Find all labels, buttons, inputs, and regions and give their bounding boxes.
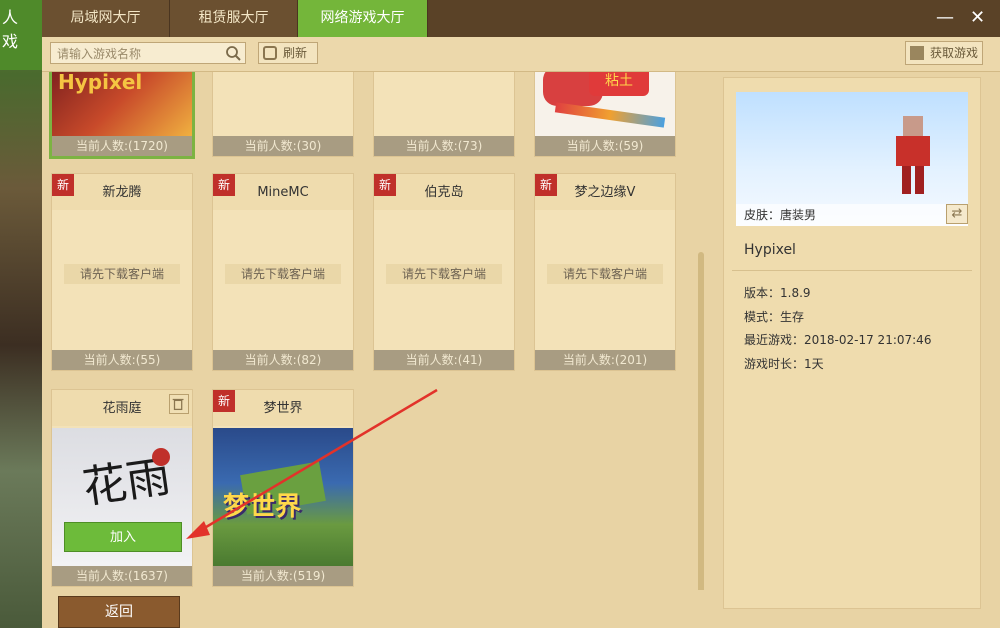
server-card-hypixel[interactable]: Hypixel 当前人数:(1720): [52, 72, 192, 156]
corner-banner: 人 戏: [0, 0, 42, 70]
tab-bar: 局域网大厅 租赁服大厅 网络游戏大厅 — ✕: [42, 0, 1000, 37]
hypixel-art: Hypixel: [52, 72, 192, 136]
player-count: 当前人数:(30): [213, 136, 353, 156]
search-box: [50, 42, 246, 64]
annotation-arrow: [186, 388, 438, 539]
player-count: 当前人数:(519): [213, 566, 353, 586]
refresh-button[interactable]: 刷新: [258, 42, 318, 64]
multiplayer-window: 局域网大厅 租赁服大厅 网络游戏大厅 — ✕ 刷新 获取游戏 Hypixel: [42, 0, 1000, 628]
join-button[interactable]: 加入: [64, 522, 182, 552]
get-game-label: 获取游戏: [930, 46, 979, 60]
clay-art: 粘土: [535, 72, 675, 136]
player-count: 当前人数:(201): [535, 350, 675, 370]
back-button[interactable]: 返回: [58, 596, 180, 628]
recent-play-info: 最近游戏：2018-02-17 21:07:46: [744, 333, 932, 347]
player-count: 当前人数:(59): [535, 136, 675, 156]
server-name: Hypixel: [744, 242, 796, 258]
new-badge: 新: [535, 174, 557, 196]
mode-info: 模式：生存: [744, 310, 805, 324]
game-background: [0, 0, 42, 628]
player-count: 当前人数:(55): [52, 350, 192, 370]
get-game-icon: [910, 46, 924, 60]
tab-online-game-lobby[interactable]: 网络游戏大厅: [298, 0, 428, 37]
list-scrollbar[interactable]: [698, 252, 704, 590]
download-client-notice: 请先下载客户端: [547, 264, 663, 284]
player-count: 当前人数:(82): [213, 350, 353, 370]
server-card[interactable]: 新龙腾 新 请先下载客户端 当前人数:(55): [52, 174, 192, 370]
version-info: 版本：1.8.9: [744, 286, 811, 300]
download-client-notice: 请先下载客户端: [225, 264, 341, 284]
new-badge: 新: [52, 174, 74, 196]
corner-text-line2: 戏: [2, 32, 19, 51]
player-count: 当前人数:(73): [374, 136, 514, 156]
tab-lan-lobby[interactable]: 局域网大厅: [42, 0, 170, 37]
search-icon[interactable]: [225, 45, 241, 61]
download-client-notice: 请先下载客户端: [386, 264, 502, 284]
server-detail-panel: 皮肤：唐装男 ⇄ Hypixel 版本：1.8.9 模式：生存 最近游戏：201…: [724, 78, 980, 608]
tab-rental-server-lobby[interactable]: 租赁服大厅: [170, 0, 298, 37]
corner-text-line1: 人: [2, 8, 19, 27]
play-duration-info: 游戏时长：1天: [744, 357, 824, 371]
player-count: 当前人数:(1637): [52, 566, 192, 586]
server-card[interactable]: 当前人数:(30): [213, 72, 353, 156]
server-card[interactable]: 伯克岛 新 请先下载客户端 当前人数:(41): [374, 174, 514, 370]
close-icon[interactable]: ✕: [970, 8, 985, 28]
skin-label: 皮肤：唐装男: [736, 204, 968, 226]
search-input[interactable]: [51, 44, 233, 64]
download-client-notice: 请先下载客户端: [64, 264, 180, 284]
skin-character: [896, 116, 930, 194]
clay-logo: 粘土: [589, 72, 649, 96]
get-game-button[interactable]: 获取游戏: [905, 41, 983, 65]
minimize-icon[interactable]: —: [936, 8, 954, 28]
divider: [732, 270, 972, 271]
skin-preview: 皮肤：唐装男 ⇄: [736, 92, 968, 226]
swap-skin-icon[interactable]: ⇄: [946, 204, 968, 224]
server-card[interactable]: 当前人数:(73): [374, 72, 514, 156]
new-badge: 新: [374, 174, 396, 196]
hypixel-logo: Hypixel: [58, 72, 143, 94]
server-card-huayuting[interactable]: 花雨庭 花雨 加入 当前人数:(1637): [52, 390, 192, 586]
player-count: 当前人数:(41): [374, 350, 514, 370]
refresh-icon: [263, 46, 277, 60]
new-badge: 新: [213, 174, 235, 196]
toolbar: 刷新 获取游戏: [42, 37, 1000, 72]
refresh-label: 刷新: [283, 46, 308, 60]
server-card[interactable]: 梦之边缘V 新 请先下载客户端 当前人数:(201): [535, 174, 675, 370]
server-card-clay[interactable]: 粘土 当前人数:(59): [535, 72, 675, 156]
server-card[interactable]: MineMC 新 请先下载客户端 当前人数:(82): [213, 174, 353, 370]
player-count: 当前人数:(1720): [52, 136, 192, 156]
